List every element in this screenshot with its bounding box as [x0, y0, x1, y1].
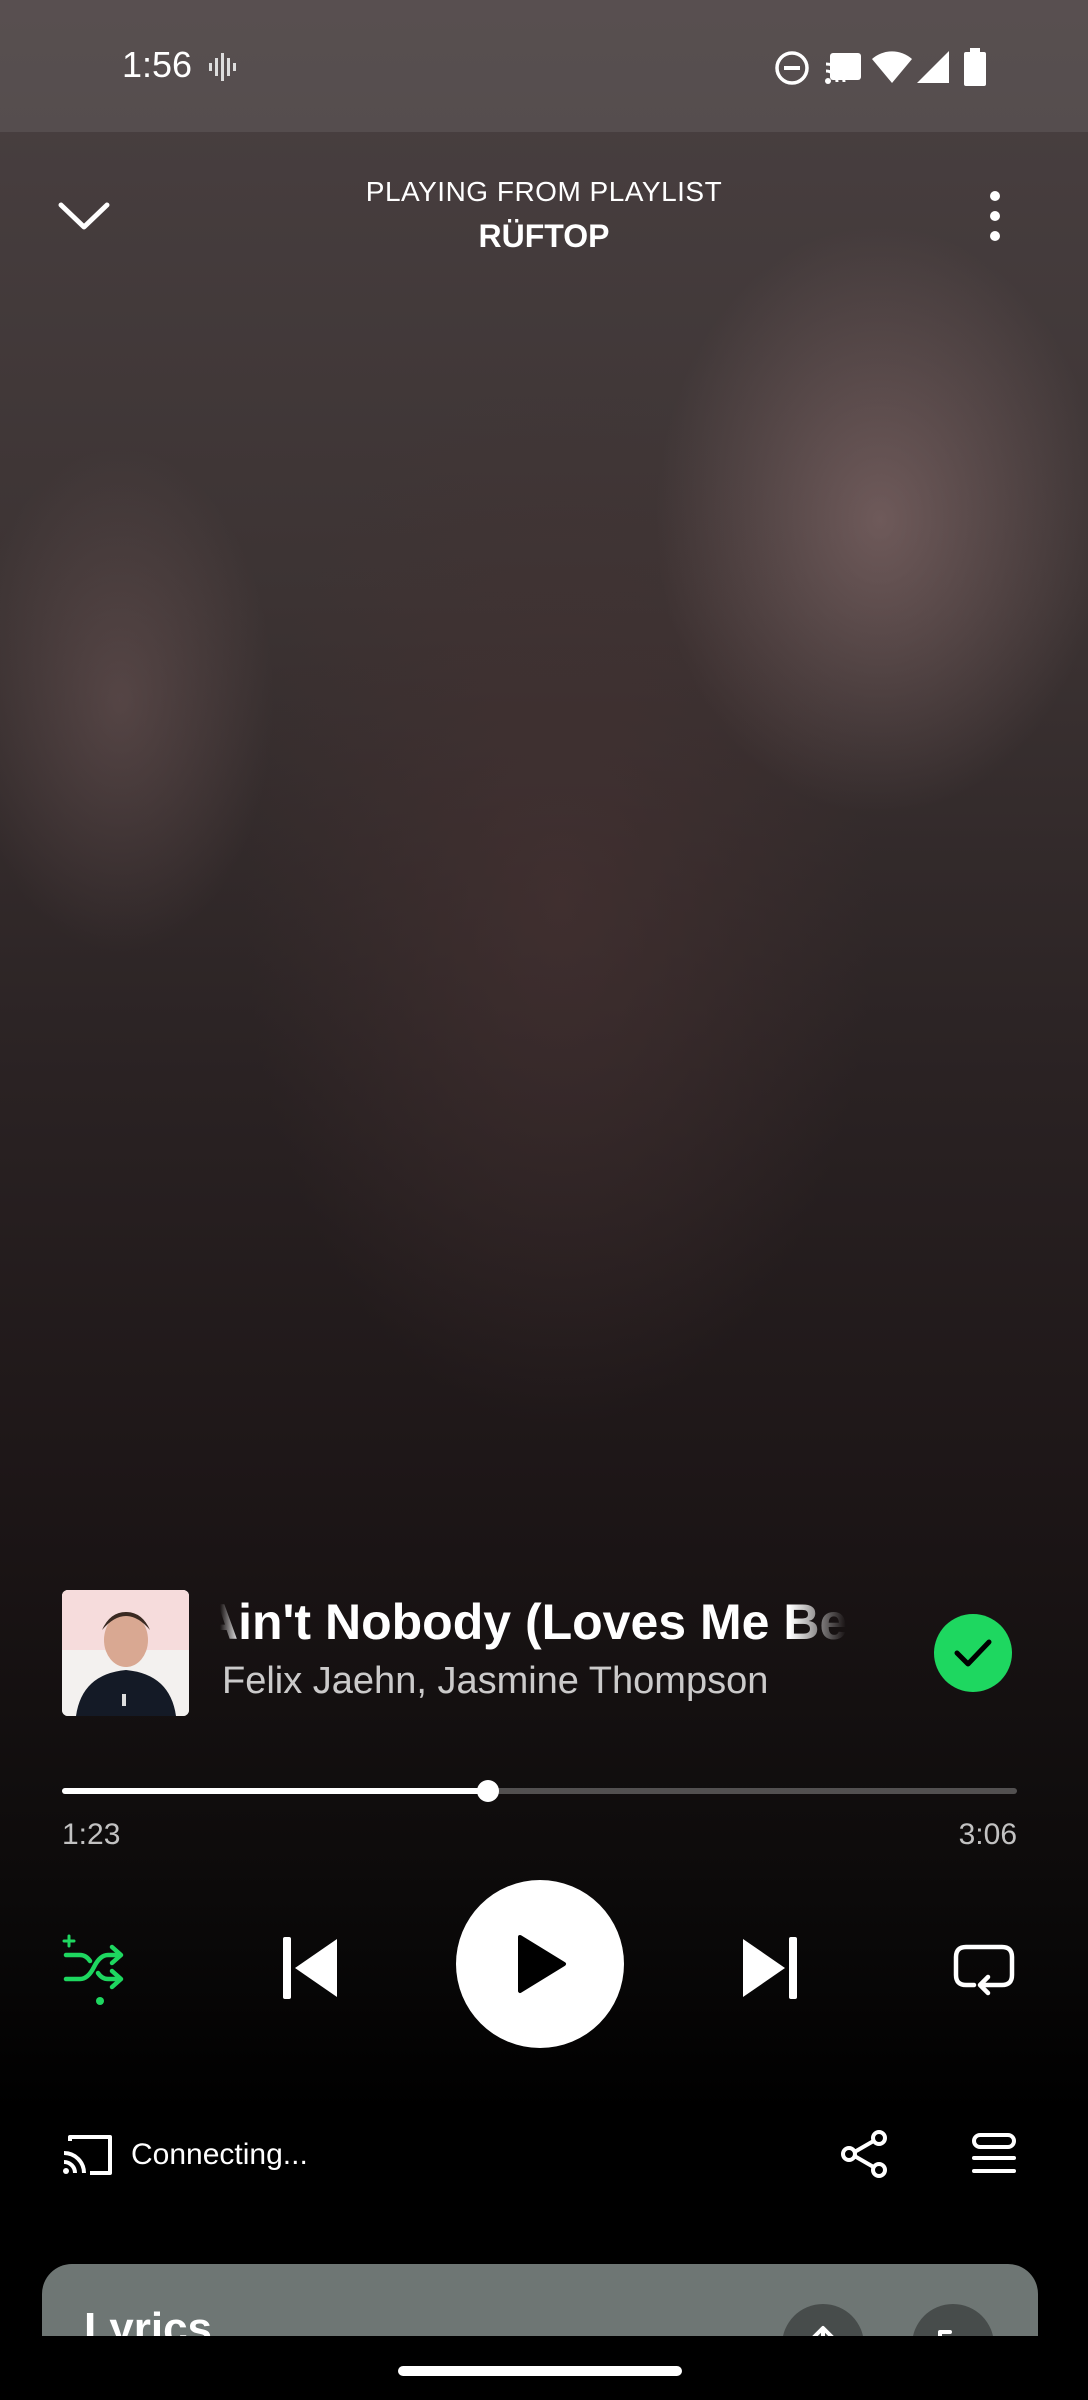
album-art[interactable] — [62, 1590, 189, 1716]
queue-icon — [972, 2133, 1016, 2173]
total-time: 3:06 — [958, 1818, 1017, 1851]
skip-previous-icon — [283, 1937, 337, 1999]
cast-icon — [825, 53, 861, 84]
connect-device-button[interactable] — [58, 2130, 116, 2180]
play-icon — [518, 1935, 566, 1993]
do-not-disturb-icon — [775, 51, 809, 85]
repeat-icon — [953, 1944, 1015, 1996]
elapsed-time: 1:23 — [62, 1818, 121, 1851]
sound-wave-icon — [209, 53, 236, 81]
shuffle-button[interactable] — [54, 1922, 136, 2012]
saved-to-library-button[interactable] — [934, 1614, 1012, 1692]
play-button[interactable] — [456, 1880, 624, 2048]
cast-device-icon — [63, 2135, 112, 2175]
song-title-marquee[interactable]: Ain't Nobody (Loves Me Better) — [220, 1592, 846, 1652]
playing-context-label: PLAYING FROM PLAYLIST — [365, 176, 723, 207]
home-gesture-handle[interactable] — [398, 2366, 682, 2376]
progress-bar[interactable] — [62, 1780, 1017, 1802]
device-status[interactable]: Connecting... — [131, 2138, 308, 2172]
battery-icon — [964, 48, 986, 86]
status-time: 1:56 — [122, 44, 193, 85]
queue-button[interactable] — [964, 2124, 1024, 2184]
more-vertical-icon — [990, 191, 1000, 241]
artist-names[interactable]: Felix Jaehn, Jasmine Thompson — [222, 1660, 768, 1703]
progress-fill — [62, 1788, 488, 1794]
skip-next-icon — [743, 1937, 797, 1999]
share-button[interactable] — [834, 2124, 894, 2184]
progress-thumb[interactable] — [476, 1780, 499, 1802]
check-icon — [954, 1639, 992, 1667]
cell-signal-icon — [917, 51, 949, 83]
shuffle-icon — [62, 1934, 124, 2005]
playlist-name[interactable]: RÜFTOP — [0, 218, 1088, 255]
next-track-button[interactable] — [730, 1928, 810, 2008]
more-options-button[interactable] — [962, 176, 1028, 256]
song-title: Ain't Nobody (Loves Me Better) — [220, 1594, 846, 1650]
wifi-icon — [872, 51, 912, 83]
status-bar: 1:56 — [0, 0, 1088, 132]
navigation-bar — [0, 2336, 1088, 2400]
share-icon — [841, 2130, 887, 2178]
repeat-button[interactable] — [944, 1928, 1024, 2008]
album-art-image — [62, 1590, 189, 1716]
previous-track-button[interactable] — [270, 1928, 350, 2008]
